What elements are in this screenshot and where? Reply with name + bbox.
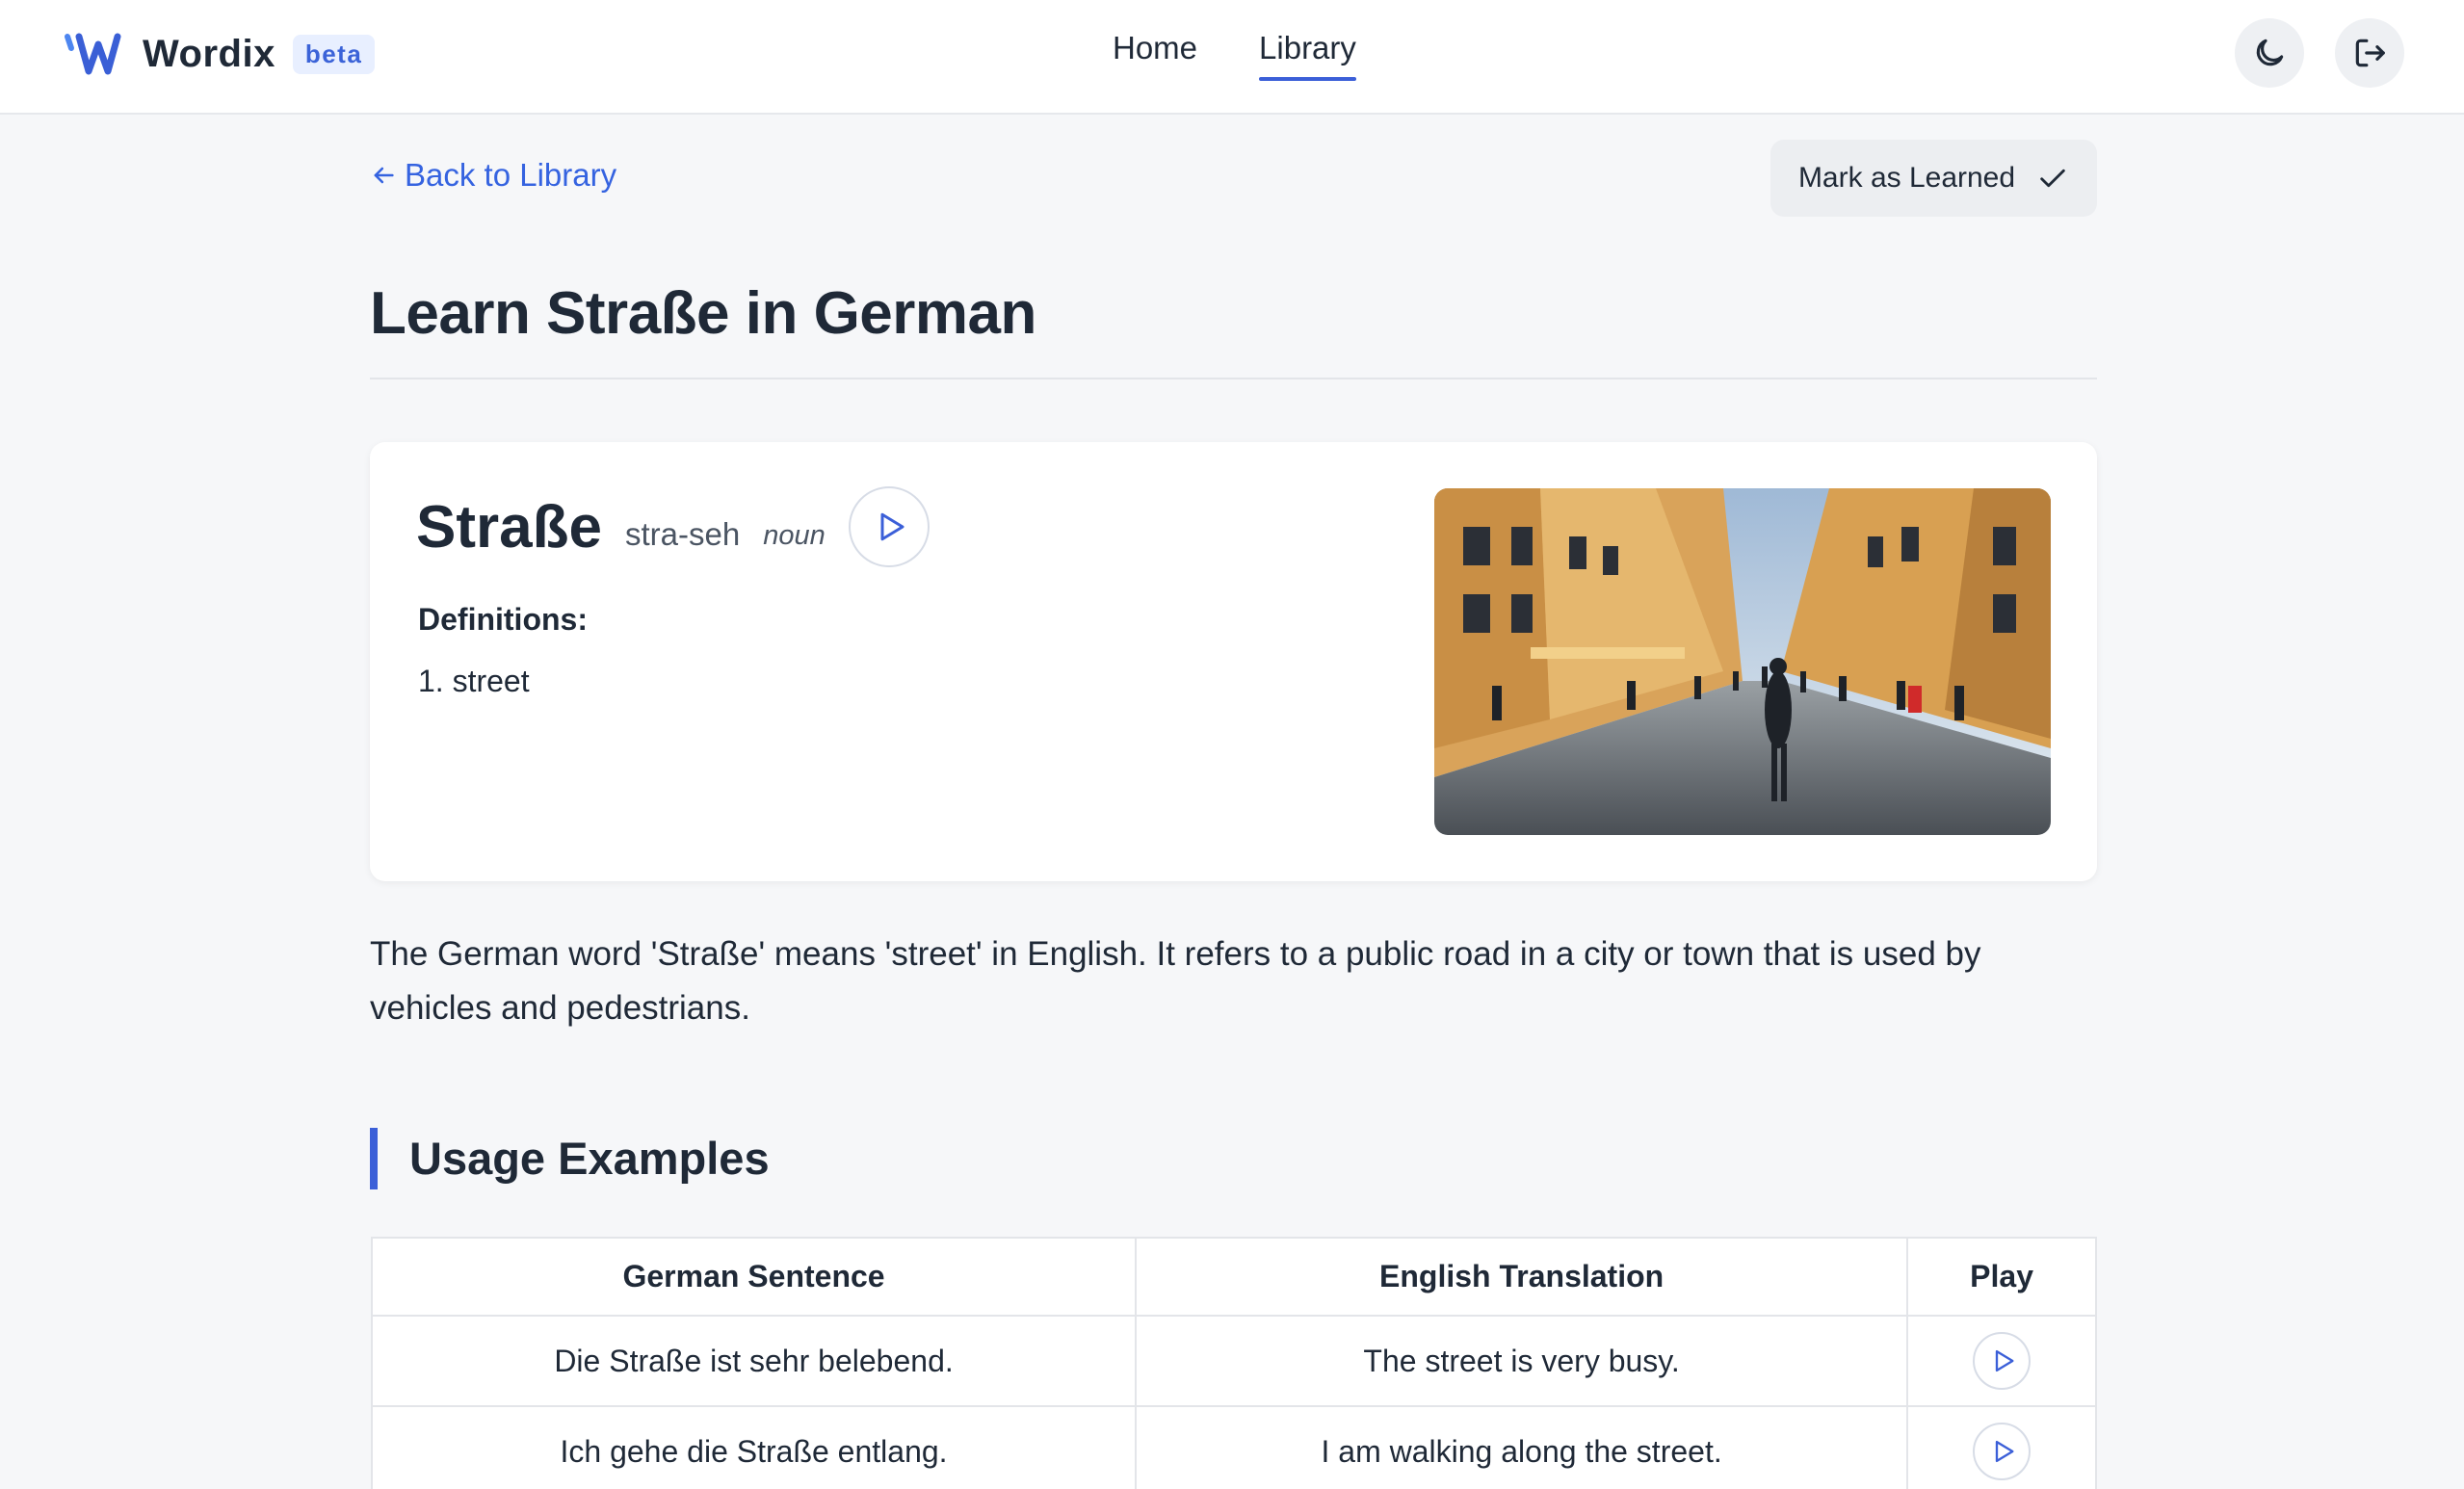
play-icon [1995, 1349, 2014, 1372]
arrow-left-icon [374, 167, 394, 184]
play-cell [1906, 1405, 2097, 1489]
street-scene-image [1434, 488, 2051, 835]
column-header-play: Play [1906, 1237, 2097, 1317]
word-card: Straße stra-seh noun Definitions: 1. str… [370, 442, 2097, 881]
logout-button[interactable] [2335, 18, 2404, 88]
definition-item: 1. street [418, 664, 530, 698]
play-example-button[interactable] [1973, 1423, 2031, 1480]
page-title: Learn Straße in German [370, 280, 1036, 347]
logout-icon [2355, 39, 2385, 67]
back-to-library-link[interactable]: Back to Library [370, 157, 616, 194]
play-example-button[interactable] [1973, 1332, 2031, 1390]
nav-home[interactable]: Home [1113, 27, 1197, 81]
main-nav: Home Library [1113, 27, 1356, 81]
column-header-german: German Sentence [370, 1237, 1138, 1317]
check-icon [2040, 169, 2065, 188]
usage-examples-table: German Sentence English Translation Play… [370, 1237, 2097, 1489]
english-translation: The street is very busy. [1135, 1315, 1909, 1407]
word-header: Straße stra-seh noun [416, 486, 930, 567]
word-pronunciation: stra-seh [624, 516, 741, 552]
german-sentence: Ich gehe die Straße entlang. [370, 1405, 1138, 1489]
column-header-english: English Translation [1135, 1237, 1909, 1317]
mark-as-learned-button[interactable]: Mark as Learned [1770, 140, 2097, 217]
logo-text: Wordix [143, 32, 275, 75]
play-pronunciation-button[interactable] [848, 486, 930, 567]
title-divider [370, 378, 2097, 379]
play-cell [1906, 1315, 2097, 1407]
table-row: Ich gehe die Straße entlang. I am walkin… [370, 1405, 2097, 1489]
english-translation: I am walking along the street. [1135, 1405, 1909, 1489]
table-row: Die Straße ist sehr belebend. The street… [370, 1315, 2097, 1407]
moon-icon [2256, 39, 2284, 66]
definitions-heading: Definitions: [418, 602, 588, 637]
word-description: The German word 'Straße' means 'street' … [370, 935, 1981, 1027]
play-icon [880, 512, 904, 541]
theme-toggle-button[interactable] [2235, 18, 2304, 88]
back-link-label: Back to Library [405, 157, 617, 193]
app-header: Wordix beta Home Library [0, 0, 2464, 115]
usage-examples-heading: Usage Examples [370, 1128, 770, 1189]
word-part-of-speech: noun [763, 519, 826, 551]
mark-as-learned-label: Mark as Learned [1797, 162, 2016, 194]
wordix-logo-icon [65, 33, 121, 75]
german-sentence: Die Straße ist sehr belebend. [370, 1315, 1138, 1407]
word-term: Straße [416, 493, 602, 561]
word-image [1434, 488, 2051, 835]
logo[interactable]: Wordix beta [64, 27, 376, 81]
play-icon [1995, 1440, 2014, 1463]
nav-library[interactable]: Library [1259, 27, 1356, 81]
table-header-row: German Sentence English Translation Play [370, 1237, 2097, 1317]
beta-badge: beta [292, 34, 376, 74]
